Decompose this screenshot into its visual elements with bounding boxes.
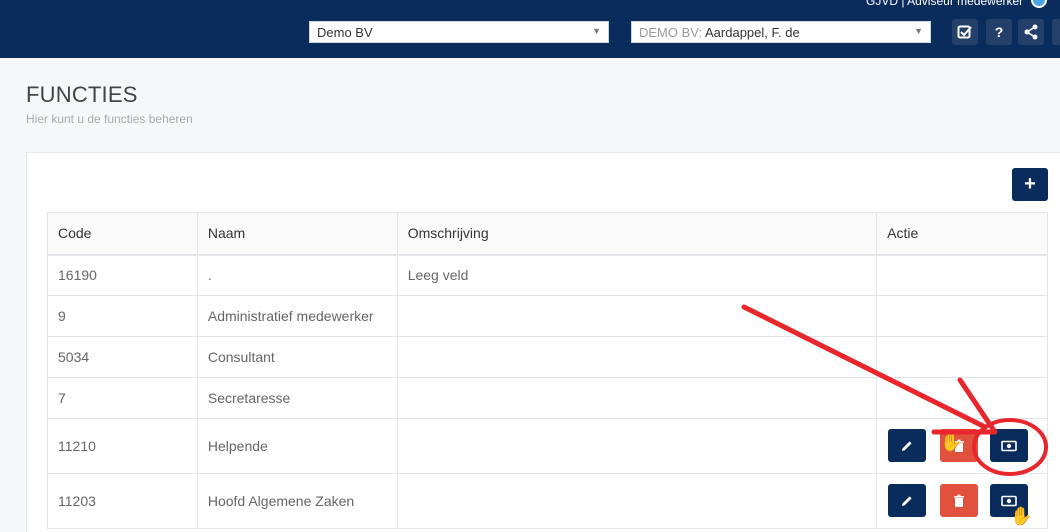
cell-code: 11210 — [47, 418, 198, 474]
cell-naam: Hoofd Algemene Zaken — [196, 473, 398, 529]
cell-naam: . — [196, 254, 398, 296]
cell-omschrijving — [396, 473, 878, 529]
top-navigation-bar: GJVD | Adviseur medewerker Demo BV ▼ DEM… — [0, 0, 1060, 58]
cell-omschrijving — [396, 418, 878, 474]
cell-code: 9 — [47, 295, 198, 337]
employee-select-prefix: DEMO BV: — [639, 25, 703, 40]
cell-actie — [876, 254, 1048, 296]
cell-omschrijving: Leeg veld — [396, 254, 878, 296]
employee-select[interactable]: DEMO BV: Aardappel, F. de ▼ — [631, 21, 931, 43]
table-header-row: Code Naam Omschrijving Actie — [47, 212, 1048, 256]
employee-select-value: Aardappel, F. de — [705, 25, 800, 40]
money-icon — [1001, 440, 1017, 451]
user-avatar-icon[interactable] — [1031, 0, 1047, 8]
help-icon[interactable]: ? — [986, 19, 1012, 45]
edit-button[interactable] — [888, 429, 926, 462]
chevron-down-icon: ▼ — [914, 26, 923, 36]
cell-actie — [876, 295, 1048, 337]
user-role-label: GJVD | Adviseur medewerker — [866, 0, 1024, 8]
cell-omschrijving — [396, 295, 878, 337]
pencil-icon — [902, 440, 912, 451]
cell-code: 5034 — [47, 336, 198, 378]
cell-omschrijving — [396, 336, 878, 378]
cell-naam: Administratief medewerker — [196, 295, 398, 337]
add-function-button[interactable]: + — [1012, 168, 1048, 201]
table-row[interactable]: 5034 Consultant — [47, 336, 1048, 378]
cell-naam: Secretaresse — [196, 377, 398, 419]
cell-naam: Consultant — [196, 336, 398, 378]
cell-code: 11203 — [47, 473, 198, 529]
hand-cursor-icon: ✋ — [1010, 506, 1033, 526]
share-icon[interactable] — [1018, 19, 1044, 45]
money-icon — [1001, 495, 1017, 506]
delete-button[interactable] — [940, 484, 978, 517]
cell-actie — [876, 336, 1048, 378]
toolbar-icon-partial[interactable] — [1052, 19, 1060, 45]
functions-table: Code Naam Omschrijving Actie 16190 . Lee… — [47, 212, 1048, 529]
column-header-code[interactable]: Code — [47, 212, 198, 256]
cell-omschrijving — [396, 377, 878, 419]
column-header-actie: Actie — [876, 212, 1048, 256]
company-select[interactable]: Demo BV ▼ — [309, 21, 609, 43]
cell-naam: Helpende — [196, 418, 398, 474]
cell-code: 16190 — [47, 254, 198, 296]
checklist-icon[interactable] — [952, 19, 978, 45]
column-header-omschrijving[interactable]: Omschrijving — [396, 212, 878, 256]
chevron-down-icon: ▼ — [592, 26, 601, 36]
table-row[interactable]: 9 Administratief medewerker — [47, 295, 1048, 337]
pencil-icon — [902, 495, 912, 506]
trash-icon — [954, 494, 964, 507]
company-select-value: Demo BV — [317, 25, 373, 40]
column-header-naam[interactable]: Naam — [196, 212, 398, 256]
page-title: FUNCTIES — [26, 82, 138, 107]
cell-code: 7 — [47, 377, 198, 419]
edit-button[interactable] — [888, 484, 926, 517]
table-row[interactable]: 7 Secretaresse — [47, 377, 1048, 419]
salary-button[interactable] — [990, 429, 1028, 462]
cell-actie — [876, 377, 1048, 419]
hand-cursor-icon: ✋ — [940, 432, 963, 452]
page-subtitle: Hier kunt u de functies beheren — [26, 112, 193, 126]
table-row[interactable]: 16190 . Leeg veld — [47, 254, 1048, 296]
